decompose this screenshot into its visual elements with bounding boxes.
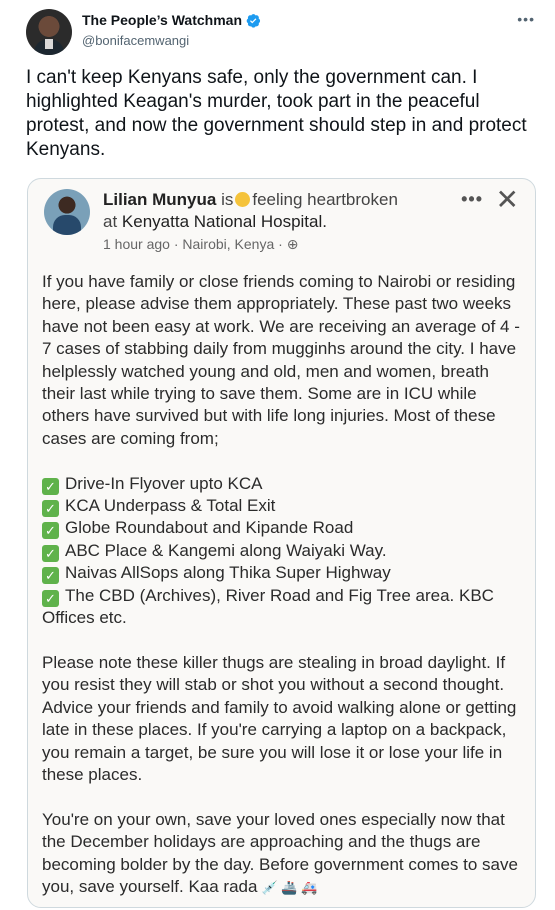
sad-face-emoji-icon <box>235 192 251 207</box>
check-mark-icon: ✓ <box>42 522 59 540</box>
author-info: The People’s Watchman @bonifacemwangi <box>82 12 261 48</box>
fb-place: Nairobi, Kenya <box>182 236 275 252</box>
tweet-text: I can't keep Kenyans safe, only the gove… <box>26 67 527 160</box>
fb-feeling-prefix: is <box>221 190 234 209</box>
display-name[interactable]: The People’s Watchman <box>82 12 261 28</box>
fb-meta: 1 hour ago · Nairobi, Kenya · ⊕ <box>103 236 298 253</box>
check-mark-icon: ✓ <box>42 500 59 518</box>
fb-location-list: ✓ Drive-In Flyover upto KCA ✓ KCA Underpas… <box>42 473 522 630</box>
meta-separator: · <box>278 236 283 252</box>
fb-author: Lilian Munyua <box>103 190 217 209</box>
avatar[interactable] <box>26 9 72 55</box>
fb-close-icon: ✕ <box>495 184 519 215</box>
list-item: ✓ KCA Underpass & Total Exit <box>42 495 522 518</box>
list-item: ✓ Drive-In Flyover upto KCA <box>42 473 522 495</box>
syringe-ship-ambulance-emoji-icon: 💉 🚢 🚑 <box>261 879 318 895</box>
location-item-text: Naivas AllSops along Thika Super Highway <box>65 563 391 583</box>
list-item: ✓ Naivas AllSops along Thika Super Highwa… <box>42 562 522 585</box>
fb-at-prefix: at <box>103 212 118 231</box>
check-mark-icon: ✓ <box>42 477 59 495</box>
fb-feeling: feeling heartbroken <box>252 190 398 209</box>
handle[interactable]: @bonifacemwangi <box>82 33 261 48</box>
fb-post-header: Lilian Munyua is feeling heartbroken at K… <box>103 189 443 233</box>
list-item: ✓ Globe Roundabout and Kipande Road <box>42 517 522 540</box>
more-dots-icon[interactable]: ••• <box>517 11 535 27</box>
tweet-header: The People’s Watchman @bonifacemwangi ••… <box>26 9 541 55</box>
location-item-text: Globe Roundabout and Kipande Road <box>65 518 354 538</box>
globe-icon: ⊕ <box>286 236 299 252</box>
list-item: ✓ ABC Place & Kangemi along Waiyaki Way. <box>42 540 522 562</box>
meta-separator: · <box>173 236 179 252</box>
check-mark-icon: ✓ <box>42 544 59 562</box>
fb-location: Kenyatta National Hospital. <box>121 212 327 231</box>
fb-time: 1 hour ago <box>103 236 170 252</box>
fb-avatar <box>44 189 90 235</box>
fb-paragraph-3: You're on your own, save your loved ones… <box>42 809 522 900</box>
fb-post-body: If you have family or close friends comi… <box>42 271 522 899</box>
fb-more-icon: ••• <box>461 189 483 209</box>
list-item: ✓ The CBD (Archives), River Road and Fig … <box>42 585 522 630</box>
location-item-text: ABC Place & Kangemi along Waiyaki Way. <box>65 540 387 560</box>
attached-image-card[interactable]: Lilian Munyua is feeling heartbroken at K… <box>27 178 536 908</box>
location-item-text: Drive-In Flyover upto KCA <box>65 473 263 493</box>
fb-paragraph-2: Please note these killer thugs are steal… <box>42 652 517 784</box>
location-item-text: KCA Underpass & Total Exit <box>65 496 276 516</box>
check-mark-icon: ✓ <box>42 567 59 585</box>
display-name-text[interactable]: The People’s Watchman <box>82 12 242 28</box>
location-item-text: The CBD (Archives), River Road and Fig T… <box>42 585 494 628</box>
check-mark-icon: ✓ <box>42 589 59 607</box>
verified-badge-icon <box>246 13 261 28</box>
fb-paragraph-1: If you have family or close friends comi… <box>42 272 520 448</box>
